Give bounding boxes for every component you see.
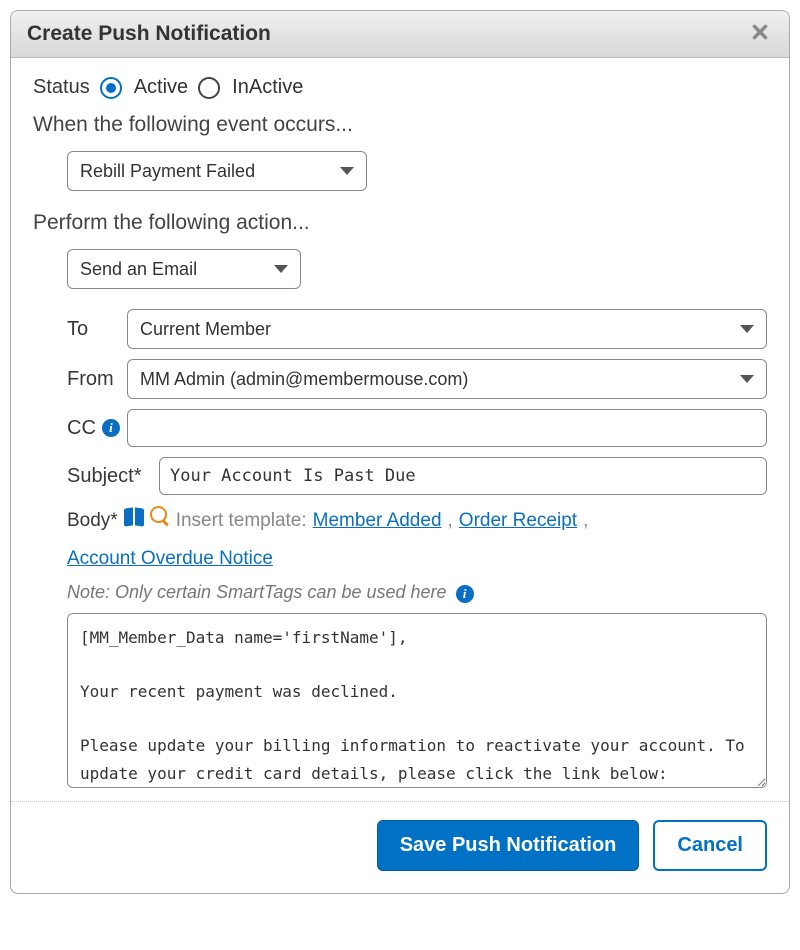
- chevron-down-icon: [740, 375, 754, 383]
- body-label: Body*: [67, 505, 118, 537]
- radio-active[interactable]: [100, 77, 128, 99]
- radio-checked-icon: [100, 77, 122, 99]
- book-icon[interactable]: [124, 508, 144, 526]
- to-label: To: [67, 318, 127, 341]
- action-heading: Perform the following action...: [33, 211, 767, 235]
- template-link-member-added[interactable]: Member Added: [313, 505, 442, 537]
- body-label-row: Body* Insert template: Member Added, Ord…: [67, 505, 767, 576]
- to-select[interactable]: Current Member: [127, 309, 767, 349]
- chevron-down-icon: [340, 167, 354, 175]
- radio-inactive[interactable]: [198, 77, 226, 99]
- event-heading: When the following event occurs...: [33, 113, 767, 137]
- subject-row: Subject*: [67, 457, 767, 495]
- body-textarea[interactable]: [67, 613, 767, 788]
- to-row: To Current Member: [67, 309, 767, 349]
- event-select-value: Rebill Payment Failed: [80, 161, 255, 182]
- chevron-down-icon: [740, 325, 754, 333]
- template-link-order-receipt[interactable]: Order Receipt: [459, 505, 577, 537]
- cc-label-wrap: CC i: [67, 417, 127, 440]
- cc-label: CC: [67, 417, 96, 440]
- radio-active-label: Active: [134, 76, 188, 99]
- subject-input[interactable]: [159, 457, 767, 495]
- from-label: From: [67, 368, 127, 391]
- status-label: Status: [33, 76, 90, 99]
- dialog: Create Push Notification Status Active I…: [10, 10, 790, 894]
- dialog-header: Create Push Notification: [11, 11, 789, 58]
- from-select[interactable]: MM Admin (admin@membermouse.com): [127, 359, 767, 399]
- dialog-title: Create Push Notification: [27, 22, 271, 46]
- action-select[interactable]: Send an Email: [67, 249, 301, 289]
- close-button[interactable]: [747, 21, 773, 47]
- close-icon: [751, 23, 769, 46]
- to-select-value: Current Member: [140, 319, 271, 340]
- event-select[interactable]: Rebill Payment Failed: [67, 151, 367, 191]
- email-form: To Current Member From MM Admin (admin@m…: [33, 309, 767, 793]
- from-select-value: MM Admin (admin@membermouse.com): [140, 369, 468, 390]
- smarttag-note-row: Note: Only certain SmartTags can be used…: [67, 582, 767, 603]
- from-row: From MM Admin (admin@membermouse.com): [67, 359, 767, 399]
- chevron-down-icon: [274, 265, 288, 273]
- cc-row: CC i: [67, 409, 767, 447]
- save-button[interactable]: Save Push Notification: [377, 820, 640, 871]
- dialog-footer: Save Push Notification Cancel: [11, 801, 789, 893]
- radio-inactive-label: InActive: [232, 76, 303, 99]
- info-icon[interactable]: i: [102, 419, 120, 437]
- cc-input[interactable]: [127, 409, 767, 447]
- cancel-button[interactable]: Cancel: [653, 820, 767, 871]
- dialog-body: Status Active InActive When the followin…: [11, 58, 789, 801]
- insert-template-label: Insert template:: [176, 505, 307, 537]
- smarttag-note: Note: Only certain SmartTags can be used…: [67, 582, 447, 602]
- action-select-value: Send an Email: [80, 259, 197, 280]
- radio-unchecked-icon: [198, 77, 220, 99]
- magnifier-icon[interactable]: [150, 506, 170, 526]
- info-icon[interactable]: i: [456, 585, 474, 603]
- status-row: Status Active InActive: [33, 76, 767, 99]
- template-link-account-overdue[interactable]: Account Overdue Notice: [67, 543, 273, 575]
- subject-label: Subject*: [67, 465, 159, 488]
